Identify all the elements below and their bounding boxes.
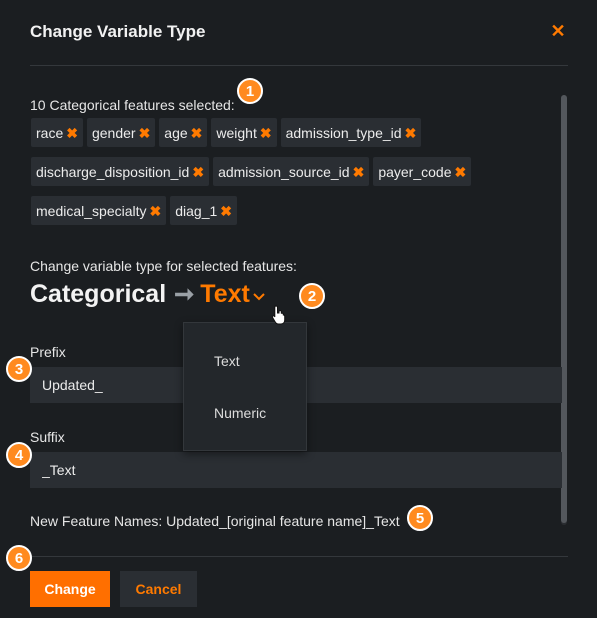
feature-chip: gender ✖	[86, 118, 156, 147]
feature-chip: age ✖	[159, 118, 208, 147]
feature-chip: discharge_disposition_id ✖	[31, 157, 210, 186]
chip-label: diag_1	[175, 202, 218, 219]
prefix-label: Prefix	[30, 344, 66, 360]
remove-chip-icon[interactable]: ✖	[150, 204, 162, 218]
dropdown-option-text[interactable]: Text	[214, 353, 240, 369]
remove-chip-icon[interactable]: ✖	[353, 165, 365, 179]
callout-badge: 4	[6, 442, 32, 468]
remove-chip-icon[interactable]: ✖	[191, 126, 203, 140]
suffix-label: Suffix	[30, 429, 65, 445]
selected-features-label: 10 Categorical features selected:	[30, 97, 235, 113]
remove-chip-icon[interactable]: ✖	[405, 126, 417, 140]
feature-chip: weight ✖	[211, 118, 277, 147]
feature-chip: admission_source_id ✖	[213, 157, 370, 186]
dropdown-option-numeric[interactable]: Numeric	[214, 405, 266, 421]
chip-row-3: medical_specialty ✖ diag_1 ✖	[31, 196, 238, 225]
feature-chip: payer_code ✖	[373, 157, 472, 186]
callout-badge: 1	[237, 78, 263, 104]
chip-label: admission_source_id	[218, 163, 350, 180]
feature-chip: diag_1 ✖	[170, 196, 238, 225]
callout-badge: 6	[6, 545, 32, 571]
chip-label: gender	[91, 124, 136, 141]
suffix-input[interactable]	[30, 452, 562, 488]
remove-chip-icon[interactable]: ✖	[139, 126, 151, 140]
footer-divider	[30, 556, 568, 557]
chip-label: payer_code	[378, 163, 452, 180]
change-button[interactable]: Change	[30, 571, 110, 607]
change-variable-type-dialog: Change Variable Type ✕ 10 Categorical fe…	[0, 0, 597, 618]
feature-chip: admission_type_id ✖	[280, 118, 422, 147]
callout-badge: 3	[6, 356, 32, 382]
chip-label: medical_specialty	[36, 202, 147, 219]
header-divider	[30, 65, 568, 66]
close-icon[interactable]: ✕	[549, 22, 567, 40]
chip-label: race	[36, 124, 64, 141]
chip-label: admission_type_id	[285, 124, 402, 141]
cancel-button[interactable]: Cancel	[120, 571, 197, 607]
change-type-label: Change variable type for selected featur…	[30, 258, 297, 274]
target-type-select[interactable]: Text	[200, 280, 265, 309]
chip-label: age	[164, 124, 188, 141]
chip-label: discharge_disposition_id	[36, 163, 190, 180]
chip-label: weight	[216, 124, 257, 141]
remove-chip-icon[interactable]: ✖	[455, 165, 467, 179]
current-type: Categorical	[30, 280, 167, 308]
arrow-right-icon: ➞	[174, 281, 195, 308]
chevron-down-icon	[253, 292, 265, 300]
hand-cursor-icon	[271, 305, 286, 325]
feature-chip: race ✖	[31, 118, 83, 147]
type-change-row: Categorical ➞ Text	[30, 280, 265, 309]
target-type-label: Text	[200, 280, 250, 308]
dialog-title: Change Variable Type	[30, 22, 206, 41]
callout-badge: 5	[407, 505, 433, 531]
callout-badge: 2	[299, 283, 325, 309]
remove-chip-icon[interactable]: ✖	[66, 126, 78, 140]
remove-chip-icon[interactable]: ✖	[192, 165, 204, 179]
chip-row-1: race ✖ gender ✖ age ✖ weight ✖ admission_typ…	[31, 118, 422, 147]
type-dropdown-menu: Text Numeric	[183, 322, 307, 451]
remove-chip-icon[interactable]: ✖	[220, 204, 232, 218]
new-feature-names: New Feature Names: Updated_[original fea…	[30, 513, 400, 529]
chip-row-2: discharge_disposition_id ✖ admission_sour…	[31, 157, 472, 186]
dialog-header: Change Variable Type ✕	[0, 0, 597, 65]
feature-chip: medical_specialty ✖	[31, 196, 167, 225]
remove-chip-icon[interactable]: ✖	[260, 126, 272, 140]
